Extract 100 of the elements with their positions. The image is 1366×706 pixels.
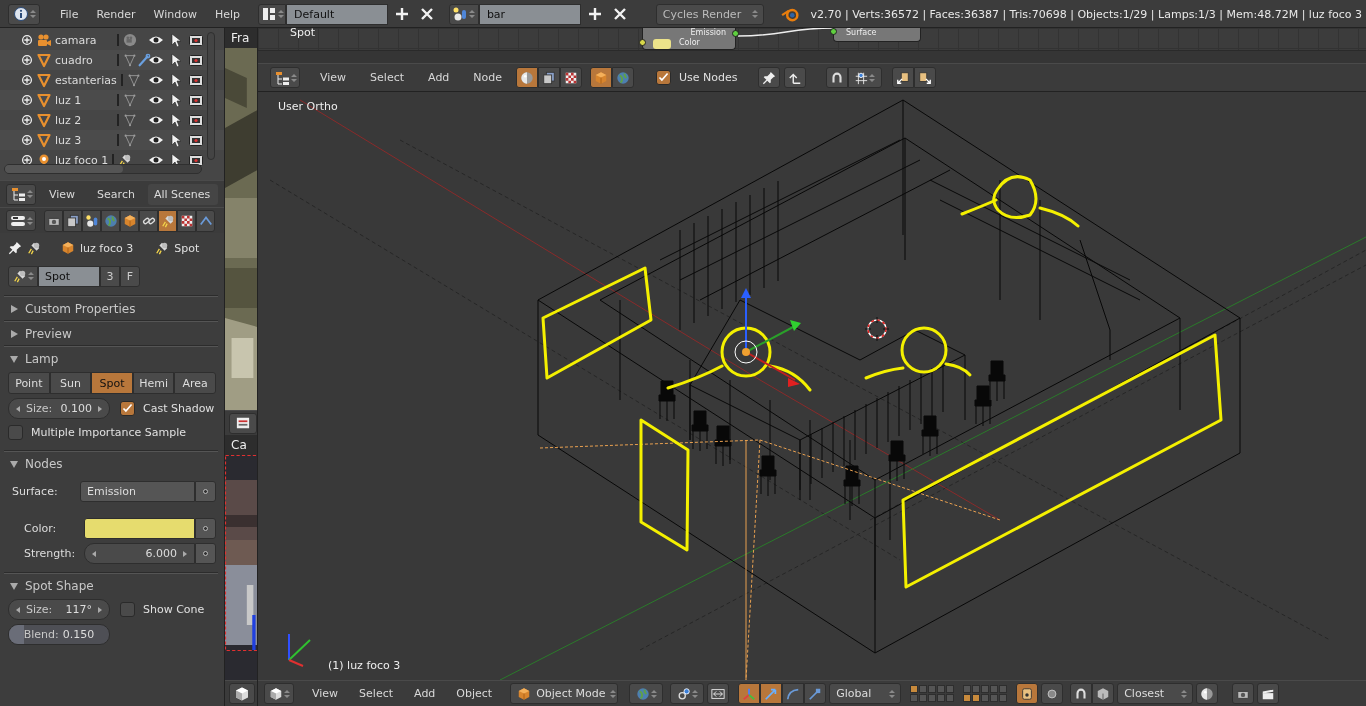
outliner-item[interactable]: luz 2: [55, 113, 113, 127]
rotate-toggle[interactable]: [782, 683, 805, 704]
snap-button[interactable]: [825, 67, 848, 88]
render-toggle[interactable]: [188, 52, 204, 68]
translate-toggle[interactable]: [760, 683, 783, 704]
layers-grid[interactable]: [963, 685, 1008, 702]
editor-type-button[interactable]: [270, 67, 300, 88]
lamp-type-option[interactable]: Sun: [49, 372, 92, 394]
menu-button[interactable]: Help: [205, 7, 250, 21]
socket-button[interactable]: [195, 543, 216, 564]
menu-button[interactable]: Add: [418, 71, 460, 84]
shading-button[interactable]: [629, 683, 664, 704]
transform-button[interactable]: [707, 683, 730, 704]
copy-button[interactable]: [891, 67, 914, 88]
parent-tree-button[interactable]: [783, 67, 806, 88]
expand-button[interactable]: [20, 133, 34, 147]
screen-layout-field[interactable]: Default: [286, 3, 388, 25]
editor-type-button[interactable]: [6, 183, 36, 205]
panel-header[interactable]: Custom Properties: [4, 296, 218, 320]
scene-field[interactable]: bar: [478, 3, 581, 25]
users-button[interactable]: 3: [100, 265, 120, 287]
menu-button[interactable]: File: [51, 7, 88, 21]
expand-button[interactable]: [20, 53, 34, 67]
display-mode-dropdown[interactable]: All Scenes: [147, 183, 218, 205]
context-tab[interactable]: [177, 209, 196, 232]
shader-source-toggle[interactable]: [590, 67, 613, 88]
checkbox[interactable]: [656, 70, 672, 85]
render-toggle[interactable]: [188, 72, 204, 88]
menu-button[interactable]: Select: [350, 687, 403, 700]
context-tab[interactable]: [63, 209, 82, 232]
color-swatch[interactable]: [84, 518, 195, 539]
output-node[interactable]: Surface: [833, 28, 921, 42]
select-toggle[interactable]: [168, 32, 184, 48]
panel-header[interactable]: Preview: [4, 321, 218, 345]
snap-target-dropdown[interactable]: Closest: [1117, 683, 1194, 704]
context-tab[interactable]: [82, 209, 101, 232]
editor-type-button[interactable]: [6, 210, 36, 231]
context-tab[interactable]: [139, 209, 158, 232]
number-field[interactable]: 6.000: [84, 543, 195, 564]
expand-button[interactable]: [20, 33, 34, 47]
menu-button[interactable]: View: [40, 187, 85, 201]
outliner-item[interactable]: camara: [55, 33, 113, 47]
lamp-browse-button[interactable]: [8, 265, 38, 287]
context-tab[interactable]: [158, 209, 177, 232]
snap-element-button[interactable]: [1092, 683, 1115, 704]
menu-button[interactable]: View: [310, 71, 357, 84]
context-tab[interactable]: [196, 209, 215, 232]
select-toggle[interactable]: [168, 132, 184, 148]
orientation-dropdown[interactable]: Global: [829, 683, 902, 704]
socket-button[interactable]: [195, 518, 216, 539]
select-toggle[interactable]: [168, 112, 184, 128]
shader-node[interactable]: Emission Color: [642, 28, 736, 50]
panel-header[interactable]: Lamp: [4, 346, 218, 370]
outliner-item[interactable]: estanterias: [55, 73, 117, 87]
checkbox[interactable]: [8, 425, 23, 440]
outliner-item[interactable]: cuadro: [55, 53, 113, 67]
menu-button[interactable]: Object: [447, 687, 502, 700]
shader-type-toggle[interactable]: [516, 67, 539, 88]
expand-button[interactable]: [20, 93, 34, 107]
expand-button[interactable]: [20, 113, 34, 127]
proportional-button[interactable]: [1041, 683, 1064, 704]
outliner-item[interactable]: luz foco 1: [55, 153, 109, 167]
render-toggle[interactable]: [188, 112, 204, 128]
menu-button[interactable]: Render: [87, 7, 145, 21]
editor-type-button[interactable]: [8, 3, 40, 25]
menu-button[interactable]: Add: [405, 687, 445, 700]
slider[interactable]: Blend: 0.150: [8, 624, 110, 645]
outliner-item[interactable]: luz 3: [55, 133, 113, 147]
number-field[interactable]: Size: 0.100: [8, 398, 110, 419]
scale-toggle[interactable]: [804, 683, 827, 704]
number-field[interactable]: Size: 117°: [8, 599, 110, 620]
editor-type-button[interactable]: [229, 412, 257, 434]
context-tab[interactable]: [120, 209, 139, 232]
render-engine-dropdown[interactable]: Cycles Render: [655, 3, 764, 25]
lock-camera-button[interactable]: [1016, 683, 1039, 704]
menu-button[interactable]: View: [303, 687, 348, 700]
select-toggle[interactable]: [168, 52, 184, 68]
datablock-name-field[interactable]: Spot: [38, 265, 100, 287]
snap-element-button[interactable]: [847, 67, 882, 88]
menu-button[interactable]: Node: [463, 71, 513, 84]
menu-button[interactable]: Select: [360, 71, 415, 84]
align-button[interactable]: [1196, 683, 1219, 704]
editor-type-button[interactable]: [264, 683, 294, 704]
screen-layout-button[interactable]: [258, 3, 287, 25]
outliner-item[interactable]: luz 1: [55, 93, 113, 107]
panel-header[interactable]: Nodes: [4, 451, 218, 475]
manipulator-toggle[interactable]: [738, 683, 761, 704]
lamp-type-option[interactable]: Hemi: [132, 372, 175, 394]
shader-type-toggle[interactable]: [538, 67, 561, 88]
snap-button[interactable]: [1070, 683, 1093, 704]
render-button[interactable]: [1232, 683, 1255, 704]
shader-source-toggle[interactable]: [612, 67, 635, 88]
panel-header[interactable]: Spot Shape: [4, 573, 218, 597]
socket-button[interactable]: [195, 481, 216, 502]
mode-dropdown[interactable]: Object Mode: [510, 683, 619, 704]
context-tab[interactable]: [44, 209, 63, 232]
checkbox[interactable]: [120, 401, 135, 416]
menu-button[interactable]: Window: [144, 7, 206, 21]
select-toggle[interactable]: [168, 72, 184, 88]
expand-button[interactable]: [20, 153, 34, 167]
